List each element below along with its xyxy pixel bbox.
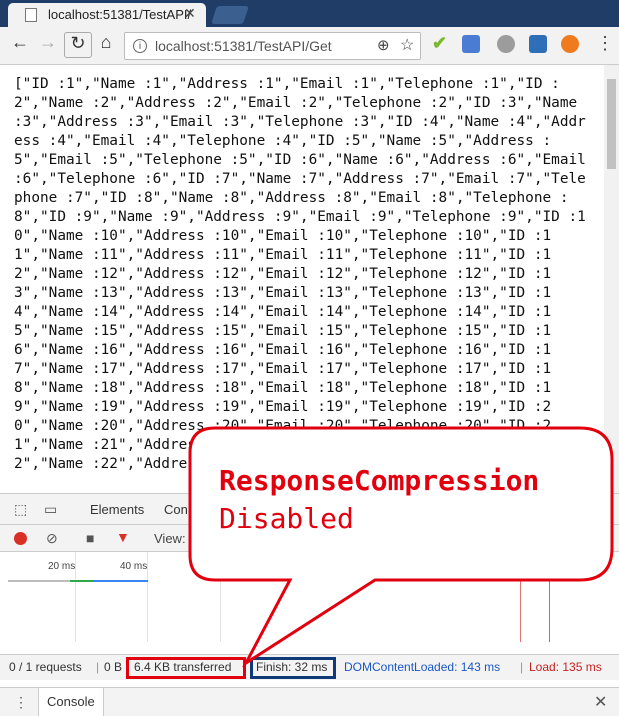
separator: |	[520, 660, 524, 674]
separator: |	[96, 660, 100, 674]
finish-highlight	[250, 657, 336, 679]
drawer-tab-console[interactable]: Console	[38, 688, 104, 716]
callout-subtitle: Disabled	[219, 502, 354, 535]
timeline-tick: 60	[193, 561, 205, 572]
clear-icon[interactable]: ⊘	[46, 530, 58, 547]
tab-console[interactable]: Con	[164, 502, 188, 517]
new-tab-button[interactable]	[211, 6, 249, 24]
filter-icon[interactable]: ▼	[116, 529, 130, 545]
requests-count: 0 / 1 requests	[9, 660, 82, 674]
device-toolbar-icon[interactable]: ▭	[44, 501, 57, 518]
page-icon	[25, 8, 37, 22]
record-icon[interactable]	[14, 532, 27, 545]
json-response: ["ID :1","Name :1","Address :1","Email :…	[14, 76, 595, 472]
scrollbar-thumb[interactable]	[607, 79, 616, 169]
timeline-tick: 40 ms	[120, 561, 148, 572]
callout-text: ResponseCompression Disabled	[219, 462, 539, 538]
dom-content-loaded-marker	[549, 552, 550, 642]
browser-tab[interactable]: localhost:51381/TestAPI/ ✕	[8, 3, 206, 27]
request-bar	[94, 580, 148, 582]
tab-strip: localhost:51381/TestAPI/ ✕	[0, 0, 619, 27]
url-text: localhost:51381/TestAPI/Get	[155, 38, 332, 54]
info-icon[interactable]: i	[133, 39, 147, 53]
checkmark-extension-icon[interactable]: ✔	[432, 33, 450, 53]
close-drawer-icon[interactable]: ✕	[594, 692, 607, 712]
devtools-drawer: ⋮ Console ✕	[0, 687, 619, 716]
zoom-icon[interactable]: ⊕	[377, 36, 390, 54]
request-bar	[70, 580, 94, 582]
browser-toolbar: ← → ↻ ⌂ i localhost:51381/TestAPI/Get ⊕ …	[0, 27, 619, 65]
network-overview: 20 ms 40 ms 60	[0, 552, 619, 642]
grid-line	[220, 552, 221, 642]
load-marker	[520, 552, 521, 642]
star-icon[interactable]: ☆	[400, 35, 414, 55]
transferred-highlight	[126, 657, 246, 679]
drawer-menu-icon[interactable]: ⋮	[14, 694, 28, 711]
forward-icon[interactable]: →	[36, 32, 60, 53]
request-bar	[8, 580, 70, 582]
bytes-count: 0 B	[104, 660, 123, 674]
back-icon[interactable]: ←	[8, 32, 32, 53]
page-content: ["ID :1","Name :1","Address :1","Email :…	[0, 65, 604, 493]
close-icon[interactable]: ✕	[184, 5, 196, 22]
camera-icon[interactable]: ■	[86, 530, 94, 546]
orange-extension-icon[interactable]	[561, 35, 579, 53]
callout-title: ResponseCompression	[219, 464, 540, 497]
timeline-tick: 20 ms	[48, 561, 76, 572]
menu-icon[interactable]: ⋮	[596, 33, 614, 54]
reload-button[interactable]: ↻	[64, 32, 92, 58]
view-label: View:	[154, 531, 186, 546]
address-bar[interactable]: i localhost:51381/TestAPI/Get ⊕ ☆	[124, 32, 421, 60]
dom-content-loaded-time: DOMContentLoaded: 143 ms	[344, 660, 501, 674]
network-summary: 0 / 1 requests | 0 B 6.4 KB transferred …	[0, 654, 619, 680]
tab-elements[interactable]: Elements	[90, 502, 144, 517]
cloud-extension-icon[interactable]	[497, 35, 515, 53]
inspect-icon[interactable]: ⬚	[14, 501, 27, 518]
tab-title: localhost:51381/TestAPI/	[48, 7, 192, 22]
translate-extension-icon[interactable]	[462, 35, 480, 53]
page-scrollbar[interactable]	[604, 65, 619, 493]
home-icon[interactable]: ⌂	[94, 32, 118, 53]
load-time: Load: 135 ms	[529, 660, 602, 674]
s-extension-icon[interactable]	[529, 35, 547, 53]
reload-icon: ↻	[70, 33, 86, 53]
